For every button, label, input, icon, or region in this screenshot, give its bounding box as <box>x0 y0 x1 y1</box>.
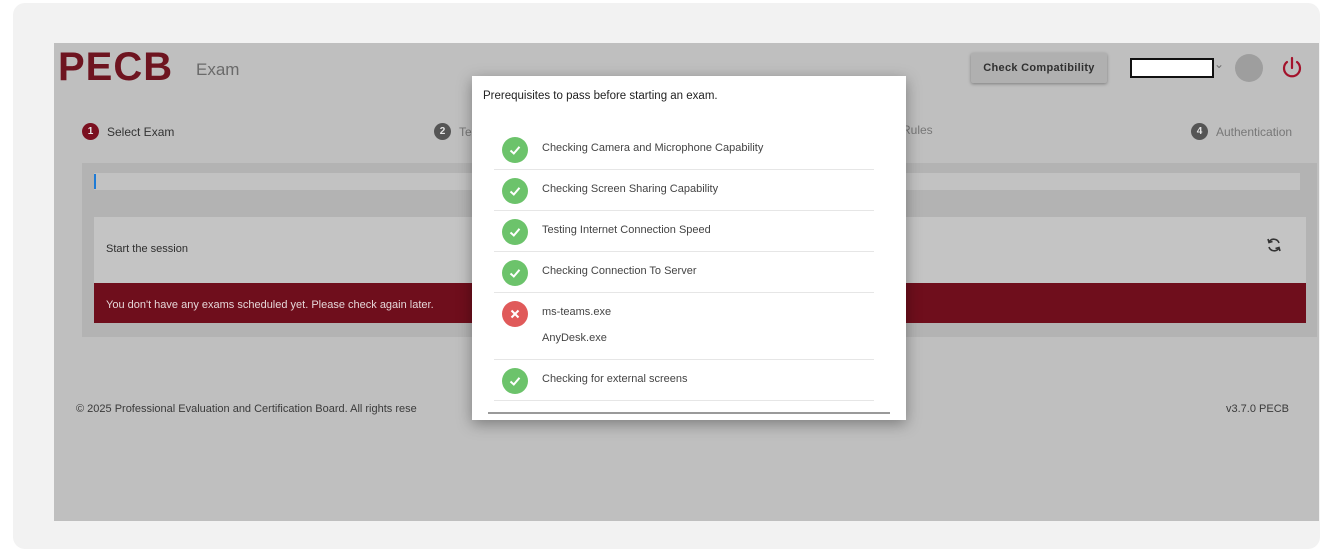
check-label: Checking Screen Sharing Capability <box>542 183 719 195</box>
step-label: Authentication <box>1216 124 1293 139</box>
step-select-exam[interactable]: 1 Select Exam <box>82 123 174 140</box>
avatar[interactable] <box>1235 54 1263 82</box>
alert-message: You don't have any exams scheduled yet. … <box>106 299 434 311</box>
dialog-title: Prerequisites to pass before starting an… <box>483 90 718 102</box>
check-item-internet: Testing Internet Connection Speed <box>494 211 874 252</box>
user-name-box[interactable] <box>1130 58 1214 78</box>
power-icon[interactable] <box>1279 55 1305 81</box>
check-ok-icon <box>502 178 528 204</box>
check-ok-icon <box>502 368 528 394</box>
step-authentication[interactable]: 4 Authentication <box>1191 123 1292 140</box>
check-label: Checking Connection To Server <box>542 265 697 277</box>
step-rules[interactable]: Rules <box>902 123 933 137</box>
step-number: 2 <box>434 123 451 140</box>
step-label: Rules <box>902 123 933 137</box>
progress-indicator <box>94 174 96 189</box>
check-ok-icon <box>502 137 528 163</box>
check-fail-icon <box>502 301 528 327</box>
check-compatibility-button[interactable]: Check Compatibility <box>971 53 1107 83</box>
chevron-down-icon[interactable]: ⌄ <box>1214 57 1224 71</box>
check-item-screen-sharing: Checking Screen Sharing Capability <box>494 170 874 211</box>
check-label: Testing Internet Connection Speed <box>542 224 711 236</box>
check-list: Checking Camera and Microphone Capabilit… <box>494 129 874 401</box>
step-test[interactable]: 2 Te <box>434 123 472 140</box>
dialog-scrollbar[interactable] <box>488 412 890 414</box>
pecb-logo: PECB <box>58 45 174 89</box>
session-title: Start the session <box>106 243 188 255</box>
app-window: PECB Exam Check Compatibility ⌄ 1 Select… <box>54 43 1319 521</box>
check-label: Checking for external screens <box>542 373 688 385</box>
check-item-server: Checking Connection To Server <box>494 252 874 293</box>
check-ok-icon <box>502 260 528 286</box>
logo-subtitle: Exam <box>196 60 240 79</box>
step-number: 4 <box>1191 123 1208 140</box>
version-text: v3.7.0 PECB <box>1226 403 1289 415</box>
screenshot-frame: PECB Exam Check Compatibility ⌄ 1 Select… <box>13 3 1320 549</box>
check-sublabel: AnyDesk.exe <box>542 332 607 344</box>
check-ok-icon <box>502 219 528 245</box>
step-number: 1 <box>82 123 99 140</box>
check-label: ms-teams.exe <box>542 306 612 318</box>
check-item-processes: ms-teams.exe AnyDesk.exe <box>494 293 874 360</box>
copyright-text: © 2025 Professional Evaluation and Certi… <box>76 403 417 415</box>
step-label: Te <box>459 124 472 139</box>
step-label: Select Exam <box>107 124 175 139</box>
check-label: Checking Camera and Microphone Capabilit… <box>542 142 764 154</box>
prerequisites-dialog: Prerequisites to pass before starting an… <box>472 76 906 420</box>
check-item-external-screens: Checking for external screens <box>494 360 874 401</box>
check-item-camera: Checking Camera and Microphone Capabilit… <box>494 129 874 170</box>
refresh-icon[interactable] <box>1266 237 1282 253</box>
